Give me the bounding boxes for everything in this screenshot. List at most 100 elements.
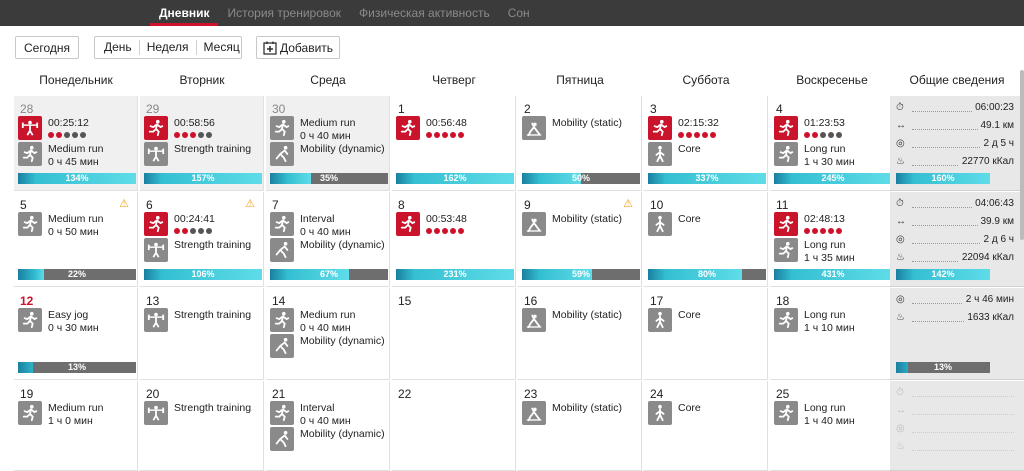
day-number: 18 <box>776 294 790 308</box>
day-cell[interactable]: 25 Long run 1 ч 40 мин <box>770 381 894 471</box>
activity-name: Mobility (static) <box>552 402 623 414</box>
day-cell[interactable]: 22 <box>392 381 516 471</box>
activity-text: Strength training <box>174 309 251 322</box>
month-view-button[interactable]: Месяц <box>197 40 247 55</box>
recovery-icon: ◎ <box>896 138 905 149</box>
activity-item[interactable]: 00:58:56 <box>144 116 262 142</box>
day-cell[interactable]: 20 Strength training <box>140 381 264 471</box>
activity-item[interactable]: Medium run 1 ч 0 мин <box>18 401 136 427</box>
activity-item[interactable]: Core <box>648 308 766 334</box>
day-cell[interactable]: 17 Core <box>644 288 768 380</box>
activity-item[interactable]: Mobility (static) <box>522 401 640 427</box>
activity-item[interactable]: Interval 0 ч 40 мин <box>270 401 388 427</box>
activity-item[interactable]: Medium run 0 ч 40 мин <box>270 308 388 334</box>
activity-text: Long run 1 ч 40 мин <box>804 402 855 428</box>
today-button[interactable]: Сегодня <box>15 36 79 59</box>
activity-item[interactable]: Medium run 0 ч 45 мин <box>18 142 136 168</box>
activity-item[interactable]: Medium run 0 ч 40 мин <box>270 116 388 142</box>
day-cell[interactable]: 14 Medium run 0 ч 40 мин Mobility (dynamic) <box>266 288 390 380</box>
day-cell[interactable]: 16 Mobility (static) <box>518 288 642 380</box>
activity-item[interactable]: Strength training <box>144 401 262 427</box>
activity-item[interactable]: 00:24:41 <box>144 212 262 238</box>
activity-item[interactable]: Mobility (dynamic) <box>270 334 388 360</box>
day-cell[interactable]: 9 ⚠ Mobility (static) 59% <box>518 192 642 287</box>
warning-icon[interactable]: ⚠ <box>245 197 255 210</box>
day-cell[interactable]: 19 Medium run 1 ч 0 мин <box>14 381 138 471</box>
day-cell[interactable]: 6 ⚠ 00:24:41 Strength training 106% <box>140 192 264 287</box>
activity-item[interactable]: Strength training <box>144 142 262 168</box>
effort-dots <box>678 132 719 138</box>
activity-text: 00:53:48 <box>426 213 467 234</box>
activity-item[interactable]: 00:56:48 <box>396 116 514 142</box>
activity-item[interactable]: 01:23:53 <box>774 116 892 142</box>
activity-item[interactable]: Medium run 0 ч 50 мин <box>18 212 136 238</box>
scrollbar[interactable] <box>1020 70 1024 240</box>
progress-percent: 80% <box>697 269 716 279</box>
day-cell[interactable]: 7 Interval 0 ч 40 мин Mobility (dynamic) 67% <box>266 192 390 287</box>
activity-item[interactable]: Mobility (static) <box>522 308 640 334</box>
day-cell[interactable]: 4 01:23:53 Long run 1 ч 30 мин 245% <box>770 96 894 191</box>
day-cell[interactable]: 30 Medium run 0 ч 40 мин Mobility (dynamic)… <box>266 96 390 191</box>
day-cell[interactable]: 11 02:48:13 Long run 1 ч 35 мин 431% <box>770 192 894 287</box>
progress-bar: 231% <box>396 269 514 280</box>
effort-dot <box>442 132 448 138</box>
activity-item[interactable]: Mobility (static) <box>522 116 640 142</box>
warning-icon[interactable]: ⚠ <box>119 197 129 210</box>
activity-item[interactable]: Strength training <box>144 238 262 264</box>
tab-sleep[interactable]: Сон <box>499 0 539 26</box>
day-cell[interactable]: 18 Long run 1 ч 10 мин <box>770 288 894 380</box>
day-cell[interactable]: 8 00:53:48 231% <box>392 192 516 287</box>
day-cell[interactable]: 2 Mobility (static) 50% <box>518 96 642 191</box>
activity-item[interactable]: Mobility (dynamic) <box>270 427 388 453</box>
day-cell[interactable]: 10 Core 80% <box>644 192 768 287</box>
activity-item[interactable]: 00:25:12 <box>18 116 136 142</box>
activity-text: Mobility (static) <box>552 117 622 130</box>
day-cell[interactable]: 21 Interval 0 ч 40 мин Mobility (dynamic) <box>266 381 390 471</box>
activity-text: Core <box>678 402 701 415</box>
day-cell[interactable]: 12 Easy jog 0 ч 30 мин 13% <box>14 288 138 380</box>
effort-dot <box>174 132 180 138</box>
activity-item[interactable]: Core <box>648 401 766 427</box>
activity-item[interactable]: 00:53:48 <box>396 212 514 238</box>
activity-item[interactable]: Long run 1 ч 35 мин <box>774 238 892 264</box>
day-cell[interactable]: 13 Strength training <box>140 288 264 380</box>
tab-physical-activity[interactable]: Физическая активность <box>350 0 499 26</box>
tab-diary[interactable]: Дневник <box>150 0 219 26</box>
activity-item[interactable]: Core <box>648 212 766 238</box>
day-cell[interactable]: 29 00:58:56 Strength training 157% <box>140 96 264 191</box>
tab-training-history[interactable]: История тренировок <box>218 0 350 26</box>
activity-item[interactable]: Easy jog 0 ч 30 мин <box>18 308 136 334</box>
activity-item[interactable]: Interval 0 ч 40 мин <box>270 212 388 238</box>
strength-icon <box>144 401 168 425</box>
warning-icon[interactable]: ⚠ <box>623 197 633 210</box>
effort-dot <box>48 132 54 138</box>
activity-item[interactable]: Mobility (static) <box>522 212 640 238</box>
calendar-add-icon <box>263 41 277 55</box>
day-cell[interactable]: 3 02:15:32 Core 337% <box>644 96 768 191</box>
week-view-button[interactable]: Неделя <box>140 40 197 55</box>
activity-item[interactable]: Strength training <box>144 308 262 334</box>
add-button[interactable]: Добавить <box>256 36 340 59</box>
header-wednesday: Среда <box>310 73 346 87</box>
activity-text: Strength training <box>174 239 251 252</box>
day-cell[interactable]: 23 Mobility (static) <box>518 381 642 471</box>
day-cell[interactable]: 15 <box>392 288 516 380</box>
day-number: 6 <box>146 198 153 212</box>
activity-item[interactable]: Mobility (dynamic) <box>270 142 388 168</box>
day-cell[interactable]: 24 Core <box>644 381 768 471</box>
running-icon <box>144 212 168 236</box>
day-cell[interactable]: 1 00:56:48 162% <box>392 96 516 191</box>
activity-item[interactable]: Long run 1 ч 30 мин <box>774 142 892 168</box>
activity-planned-duration: 1 ч 40 мин <box>804 415 855 427</box>
effort-dots <box>804 228 845 234</box>
day-view-button[interactable]: День <box>97 40 140 55</box>
activity-text: 01:23:53 <box>804 117 845 138</box>
activity-item[interactable]: Mobility (dynamic) <box>270 238 388 264</box>
activity-item[interactable]: Long run 1 ч 40 мин <box>774 401 892 427</box>
activity-item[interactable]: Core <box>648 142 766 168</box>
activity-item[interactable]: Long run 1 ч 10 мин <box>774 308 892 334</box>
activity-item[interactable]: 02:48:13 <box>774 212 892 238</box>
activity-item[interactable]: 02:15:32 <box>648 116 766 142</box>
day-cell[interactable]: 28 00:25:12 Medium run 0 ч 45 мин 134% <box>14 96 138 191</box>
day-cell[interactable]: 5 ⚠ Medium run 0 ч 50 мин 22% <box>14 192 138 287</box>
